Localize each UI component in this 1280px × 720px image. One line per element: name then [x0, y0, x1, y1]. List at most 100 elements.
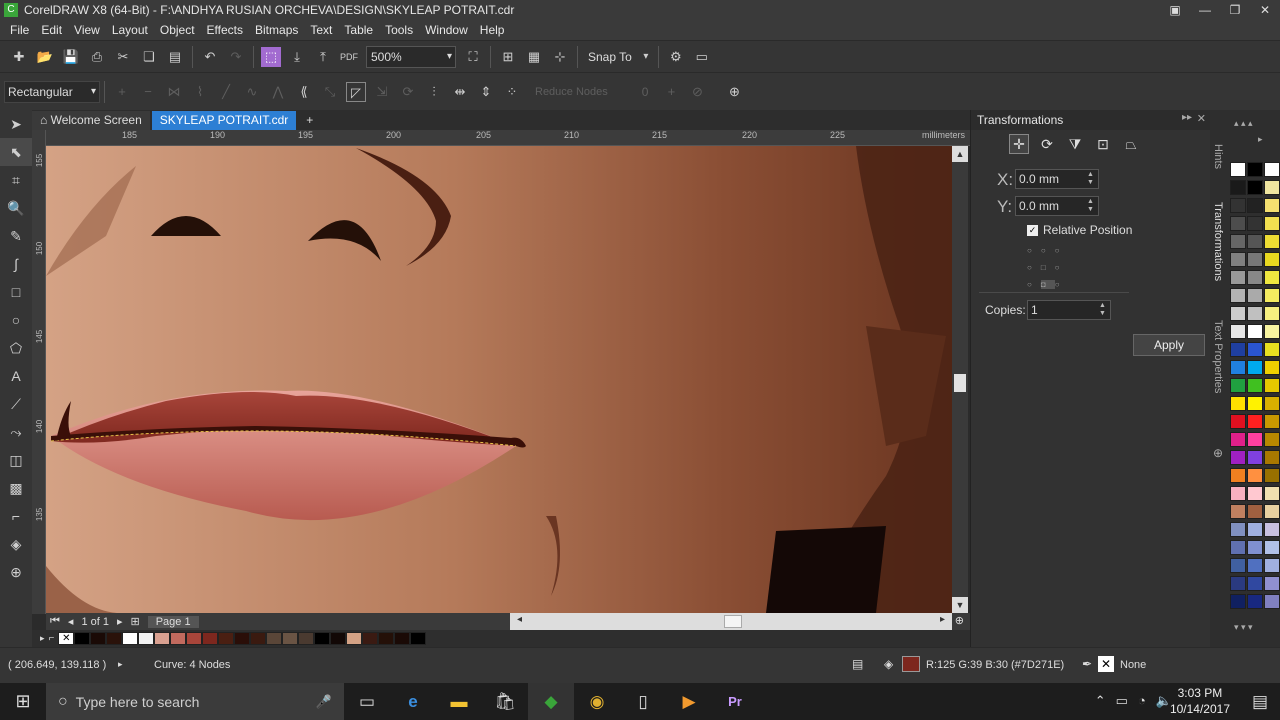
- ellipse-tool-icon[interactable]: ○: [0, 306, 32, 334]
- palette-color-swatch[interactable]: [1247, 342, 1263, 357]
- palette-color-swatch[interactable]: [1230, 540, 1246, 555]
- palette-color-swatch[interactable]: [1264, 216, 1280, 231]
- undo-icon[interactable]: ↶: [200, 47, 220, 67]
- menu-text[interactable]: Text: [304, 23, 338, 37]
- chrome-icon[interactable]: ◉: [574, 683, 620, 720]
- reverse-direction-icon[interactable]: ⟪: [294, 82, 314, 102]
- hints-docker-tab[interactable]: Hints: [1212, 144, 1224, 169]
- guidelines-icon[interactable]: ⊹: [550, 47, 570, 67]
- color-swatch[interactable]: [186, 632, 203, 645]
- color-swatch[interactable]: [378, 632, 395, 645]
- delete-node-icon[interactable]: −: [138, 82, 158, 102]
- rectangle-tool-icon[interactable]: □: [0, 278, 32, 306]
- palette-color-swatch[interactable]: [1264, 522, 1280, 537]
- color-swatch[interactable]: [74, 632, 91, 645]
- palette-color-swatch[interactable]: [1230, 162, 1246, 177]
- docker-expand-icon[interactable]: ▸▸: [1182, 112, 1192, 123]
- color-swatch[interactable]: [410, 632, 427, 645]
- select-all-nodes-icon[interactable]: ⁘: [502, 82, 522, 102]
- rotate-icon[interactable]: ⟳: [1037, 134, 1057, 154]
- windows-start-icon[interactable]: ⊞: [0, 683, 46, 720]
- fill-icon[interactable]: ◈: [884, 657, 893, 671]
- x-spinner-icon[interactable]: ▲ ▼: [1087, 171, 1097, 187]
- document-color-settings-icon[interactable]: ▤: [852, 657, 863, 671]
- parallel-dimension-tool-icon[interactable]: ⟋: [0, 390, 32, 418]
- palette-color-swatch[interactable]: [1247, 378, 1263, 393]
- snap-to-dropdown[interactable]: Snap To: [588, 50, 632, 64]
- taskbar-search[interactable]: ○ Type here to search 🎤: [46, 683, 344, 720]
- palette-color-swatch[interactable]: [1247, 576, 1263, 591]
- color-swatch[interactable]: [202, 632, 219, 645]
- palette-color-swatch[interactable]: [1264, 468, 1280, 483]
- palette-color-swatch[interactable]: [1247, 468, 1263, 483]
- freehand-tool-icon[interactable]: ✎: [0, 222, 32, 250]
- copies-input[interactable]: 1 ▲ ▼: [1027, 300, 1111, 320]
- palette-color-swatch[interactable]: [1264, 252, 1280, 267]
- fill-color-swatch[interactable]: [902, 656, 920, 672]
- scale-mirror-icon[interactable]: ⧩: [1065, 134, 1085, 154]
- palette-color-swatch[interactable]: [1247, 216, 1263, 231]
- to-curve-icon[interactable]: ∿: [242, 82, 262, 102]
- close-button[interactable]: ✕: [1250, 0, 1280, 20]
- palette-color-swatch[interactable]: [1230, 306, 1246, 321]
- menu-view[interactable]: View: [68, 23, 106, 37]
- color-swatch[interactable]: [106, 632, 123, 645]
- palette-color-swatch[interactable]: [1247, 198, 1263, 213]
- application-launcher-icon[interactable]: ▭: [692, 47, 712, 67]
- page-next-icon[interactable]: ▸: [117, 615, 123, 628]
- palette-color-swatch[interactable]: [1264, 306, 1280, 321]
- tab-welcome-screen[interactable]: ⌂ Welcome Screen: [32, 111, 150, 130]
- palette-color-swatch[interactable]: [1264, 486, 1280, 501]
- palette-color-swatch[interactable]: [1247, 288, 1263, 303]
- search-content-icon[interactable]: ⬚: [261, 46, 281, 67]
- palette-color-swatch[interactable]: [1264, 162, 1280, 177]
- scroll-right-icon[interactable]: ▸: [940, 614, 945, 625]
- docker-close-icon[interactable]: ✕: [1197, 112, 1206, 125]
- anchor-point-grid[interactable]: ○○○ ○□○ ○◘○: [1027, 242, 1075, 293]
- print-icon[interactable]: ⎙: [87, 47, 107, 67]
- palette-color-swatch[interactable]: [1247, 486, 1263, 501]
- palette-color-swatch[interactable]: [1264, 540, 1280, 555]
- media-player-icon[interactable]: ▶: [666, 683, 712, 720]
- options-gear-icon[interactable]: ⚙: [666, 47, 686, 67]
- zoom-level-select[interactable]: 500%: [366, 45, 456, 68]
- cut-icon[interactable]: ✂: [113, 47, 133, 67]
- palette-color-swatch[interactable]: [1230, 414, 1246, 429]
- palette-color-swatch[interactable]: [1247, 558, 1263, 573]
- size-icon[interactable]: ⊡: [1093, 134, 1113, 154]
- palette-color-swatch[interactable]: [1247, 252, 1263, 267]
- palette-color-swatch[interactable]: [1247, 180, 1263, 195]
- palette-color-swatch[interactable]: [1247, 234, 1263, 249]
- color-swatch[interactable]: [90, 632, 107, 645]
- color-swatch[interactable]: [138, 632, 155, 645]
- palette-color-swatch[interactable]: [1230, 450, 1246, 465]
- crop-tool-icon[interactable]: ⌗: [0, 166, 32, 194]
- network-icon[interactable]: ◔: [1138, 693, 1146, 709]
- artistic-media-tool-icon[interactable]: ∫: [0, 250, 32, 278]
- break-curve-icon[interactable]: ⌇: [190, 82, 210, 102]
- navigator-icon[interactable]: ⊕: [955, 614, 964, 627]
- save-icon[interactable]: 💾: [61, 47, 81, 67]
- palette-color-swatch[interactable]: [1230, 558, 1246, 573]
- edge-browser-icon[interactable]: e: [390, 683, 436, 720]
- palette-color-swatch[interactable]: [1247, 306, 1263, 321]
- palette-color-swatch[interactable]: [1230, 252, 1246, 267]
- color-swatch[interactable]: [250, 632, 267, 645]
- scroll-left-icon[interactable]: ◂: [517, 614, 522, 625]
- tab-document[interactable]: SKYLEAP POTRAIT.cdr: [151, 111, 297, 130]
- outline-pen-icon[interactable]: ✒: [1082, 657, 1092, 671]
- zoom-tool-icon[interactable]: 🔍: [0, 194, 32, 222]
- text-tool-icon[interactable]: A: [0, 362, 32, 390]
- import-icon[interactable]: ⤓: [287, 47, 307, 67]
- palette-color-swatch[interactable]: [1264, 324, 1280, 339]
- add-node-icon[interactable]: +: [112, 82, 132, 102]
- add-toolbar-item-icon[interactable]: ⊕: [724, 82, 744, 102]
- palette-color-swatch[interactable]: [1230, 324, 1246, 339]
- palette-color-swatch[interactable]: [1230, 342, 1246, 357]
- y-spinner-icon[interactable]: ▲ ▼: [1087, 198, 1097, 214]
- color-swatch[interactable]: [218, 632, 235, 645]
- close-curve-icon[interactable]: ◸: [346, 81, 366, 102]
- palette-color-swatch[interactable]: [1264, 198, 1280, 213]
- minimize-button[interactable]: —: [1190, 0, 1220, 20]
- file-explorer-icon[interactable]: ▬: [436, 683, 482, 720]
